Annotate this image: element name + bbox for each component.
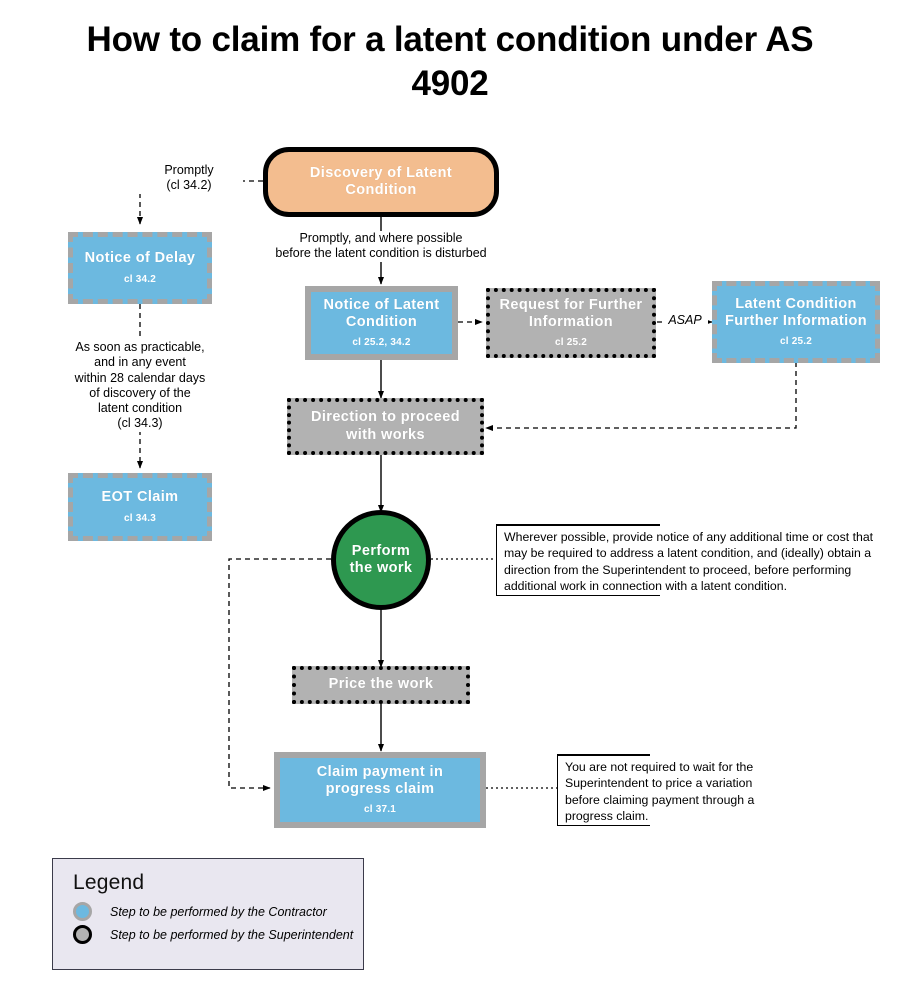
node-notice-of-delay[interactable]: Notice of Delay cl 34.2 <box>68 232 212 304</box>
edge-label-promptly-before-disturbed: Promptly, and where possible before the … <box>264 231 498 262</box>
legend-item-contractor: Step to be performed by the Contractor <box>73 902 363 921</box>
node-clause: cl 34.3 <box>124 512 156 524</box>
node-price-the-work[interactable]: Price the work <box>292 666 470 704</box>
node-claim-payment-in-progress-claim[interactable]: Claim payment in progress claim cl 37.1 <box>274 752 486 828</box>
node-label: Notice of Latent Condition <box>323 296 440 330</box>
legend: Legend Step to be performed by the Contr… <box>52 858 364 970</box>
node-clause: cl 37.1 <box>364 804 396 816</box>
edge-label-asap: ASAP <box>662 313 708 329</box>
legend-item-label: Step to be performed by the Superintende… <box>110 927 354 942</box>
legend-title: Legend <box>73 871 145 894</box>
node-notice-of-latent-condition[interactable]: Notice of Latent Condition cl 25.2, 34.2 <box>305 286 458 360</box>
node-eot-claim[interactable]: EOT Claim cl 34.3 <box>68 473 212 541</box>
node-label: EOT Claim <box>101 489 179 506</box>
flowchart-canvas: How to claim for a latent condition unde… <box>0 0 900 1003</box>
legend-item-superintendent: Step to be performed by the Superintende… <box>73 925 363 944</box>
node-label: Request for Further Information <box>499 296 643 330</box>
node-clause: cl 25.2 <box>780 336 812 348</box>
node-clause: cl 34.2 <box>124 273 156 285</box>
node-label: Discovery of Latent Condition <box>309 164 453 198</box>
node-label: Notice of Delay <box>84 250 196 267</box>
node-label: Perform the work <box>349 542 413 576</box>
callout-perform-the-work-note: Wherever possible, provide notice of any… <box>496 524 886 596</box>
edge-label-promptly-cl342: Promptly (cl 34.2) <box>135 163 243 194</box>
edge-label-as-soon-as-practicable: As soon as practicable, and in any event… <box>58 340 222 432</box>
node-latent-condition-further-information[interactable]: Latent Condition Further Information cl … <box>712 281 880 363</box>
node-label: Claim payment in progress claim <box>316 763 444 797</box>
legend-item-label: Step to be performed by the Contractor <box>110 904 327 919</box>
node-clause: cl 25.2, 34.2 <box>352 337 411 349</box>
callout-claim-payment-note: You are not required to wait for the Sup… <box>557 754 777 826</box>
node-label: Latent Condition Further Information <box>724 295 868 329</box>
node-direction-to-proceed-with-works[interactable]: Direction to proceed with works <box>287 398 484 455</box>
page-title: How to claim for a latent condition unde… <box>86 20 814 104</box>
node-label: Direction to proceed with works <box>311 409 460 443</box>
node-clause: cl 25.2 <box>555 337 587 349</box>
node-label: Price the work <box>328 676 434 693</box>
node-discovery-of-latent-condition[interactable]: Discovery of Latent Condition <box>263 147 499 217</box>
edge-further-information-to-direction-to-proceed <box>485 362 797 432</box>
contractor-circle-icon <box>73 902 92 921</box>
node-perform-the-work[interactable]: Perform the work <box>331 510 431 610</box>
node-request-for-further-information[interactable]: Request for Further Information cl 25.2 <box>486 288 656 358</box>
superintendent-circle-icon <box>73 925 92 944</box>
